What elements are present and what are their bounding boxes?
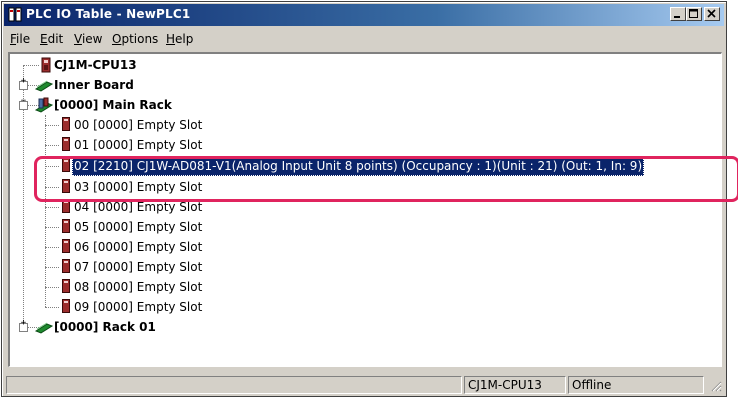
slot-09[interactable]: 09 [0000] Empty Slot [74, 297, 202, 317]
window-title: PLC IO Table - NewPLC1 [26, 7, 191, 21]
tree-connector [45, 125, 59, 126]
tree-item-inner-board[interactable]: Inner Board [54, 75, 134, 95]
tree-connector [45, 227, 59, 228]
plc-unit-icon [62, 117, 70, 134]
tree-connector [45, 307, 59, 308]
menu-view[interactable]: View [74, 32, 102, 46]
tree-connector [45, 267, 59, 268]
slot-08[interactable]: 08 [0000] Empty Slot [74, 277, 202, 297]
minimize-button[interactable] [670, 7, 686, 21]
plc-unit-icon [62, 137, 70, 154]
close-button[interactable] [704, 7, 720, 21]
menu-options[interactable]: Options [112, 32, 158, 46]
slot-00[interactable]: 00 [0000] Empty Slot [74, 115, 202, 135]
close-icon [707, 9, 716, 18]
status-mode: Offline [568, 376, 704, 394]
slot-04[interactable]: 04 [0000] Empty Slot [74, 197, 202, 217]
menu-edit[interactable]: Edit [40, 32, 63, 46]
plc-unit-icon [62, 199, 70, 216]
tree-connector [23, 65, 39, 66]
slot-07[interactable]: 07 [0000] Empty Slot [74, 257, 202, 277]
plc-unit-icon [62, 279, 70, 296]
rack-icon [34, 97, 54, 116]
slot-05[interactable]: 05 [0000] Empty Slot [74, 217, 202, 237]
plc-io-table-window: PLC IO Table - NewPLC1 File Edit View Op… [1, 1, 727, 397]
tree-connector [45, 145, 59, 146]
maximize-button[interactable] [686, 7, 702, 21]
plc-unit-icon [62, 219, 70, 236]
tree-item-main-rack[interactable]: [0000] Main Rack [54, 95, 172, 115]
io-tree-view[interactable]: CJ1M-CPU13 + Inner Board − [0000] Main R… [8, 52, 722, 367]
tree-connector [45, 187, 59, 188]
resize-grip-icon[interactable] [710, 380, 722, 392]
expand-inner-board[interactable]: + [19, 77, 28, 90]
status-bar: CJ1M-CPU13 Offline [4, 374, 724, 394]
plc-unit-icon [62, 239, 70, 256]
tree-connector [45, 247, 59, 248]
tree-item-cpu[interactable]: CJ1M-CPU13 [54, 55, 137, 75]
minimize-icon [674, 16, 680, 18]
collapse-main-rack[interactable]: − [19, 97, 28, 110]
board-icon [34, 78, 54, 95]
tree-connector [45, 166, 59, 167]
status-panel-empty [6, 376, 462, 394]
plc-unit-icon [41, 57, 51, 76]
maximize-icon [689, 9, 698, 18]
expand-rack-01[interactable]: + [19, 319, 28, 332]
menu-file-rest: ile [16, 32, 31, 46]
slot-02-selected[interactable]: 02 [2210] CJ1W-AD081-V1(Analog Input Uni… [72, 156, 645, 176]
board-icon [34, 320, 54, 337]
tree-item-rack-01[interactable]: [0000] Rack 01 [54, 317, 156, 337]
menu-help[interactable]: Help [166, 32, 193, 46]
slot-01[interactable]: 01 [0000] Empty Slot [74, 135, 202, 155]
rack-children-line [45, 115, 46, 307]
plc-unit-icon [62, 179, 70, 196]
slot-03[interactable]: 03 [0000] Empty Slot [74, 177, 202, 197]
title-bar[interactable]: PLC IO Table - NewPLC1 [4, 4, 724, 26]
plc-unit-icon [62, 158, 70, 175]
menu-file[interactable]: File [10, 32, 30, 46]
menu-bar: File Edit View Options Help [4, 28, 724, 48]
app-icon [8, 7, 22, 23]
tree-connector [45, 287, 59, 288]
plc-unit-icon [62, 259, 70, 276]
plc-unit-icon [62, 299, 70, 316]
status-cpu: CJ1M-CPU13 [464, 376, 566, 394]
slot-06[interactable]: 06 [0000] Empty Slot [74, 237, 202, 257]
tree-connector [45, 207, 59, 208]
